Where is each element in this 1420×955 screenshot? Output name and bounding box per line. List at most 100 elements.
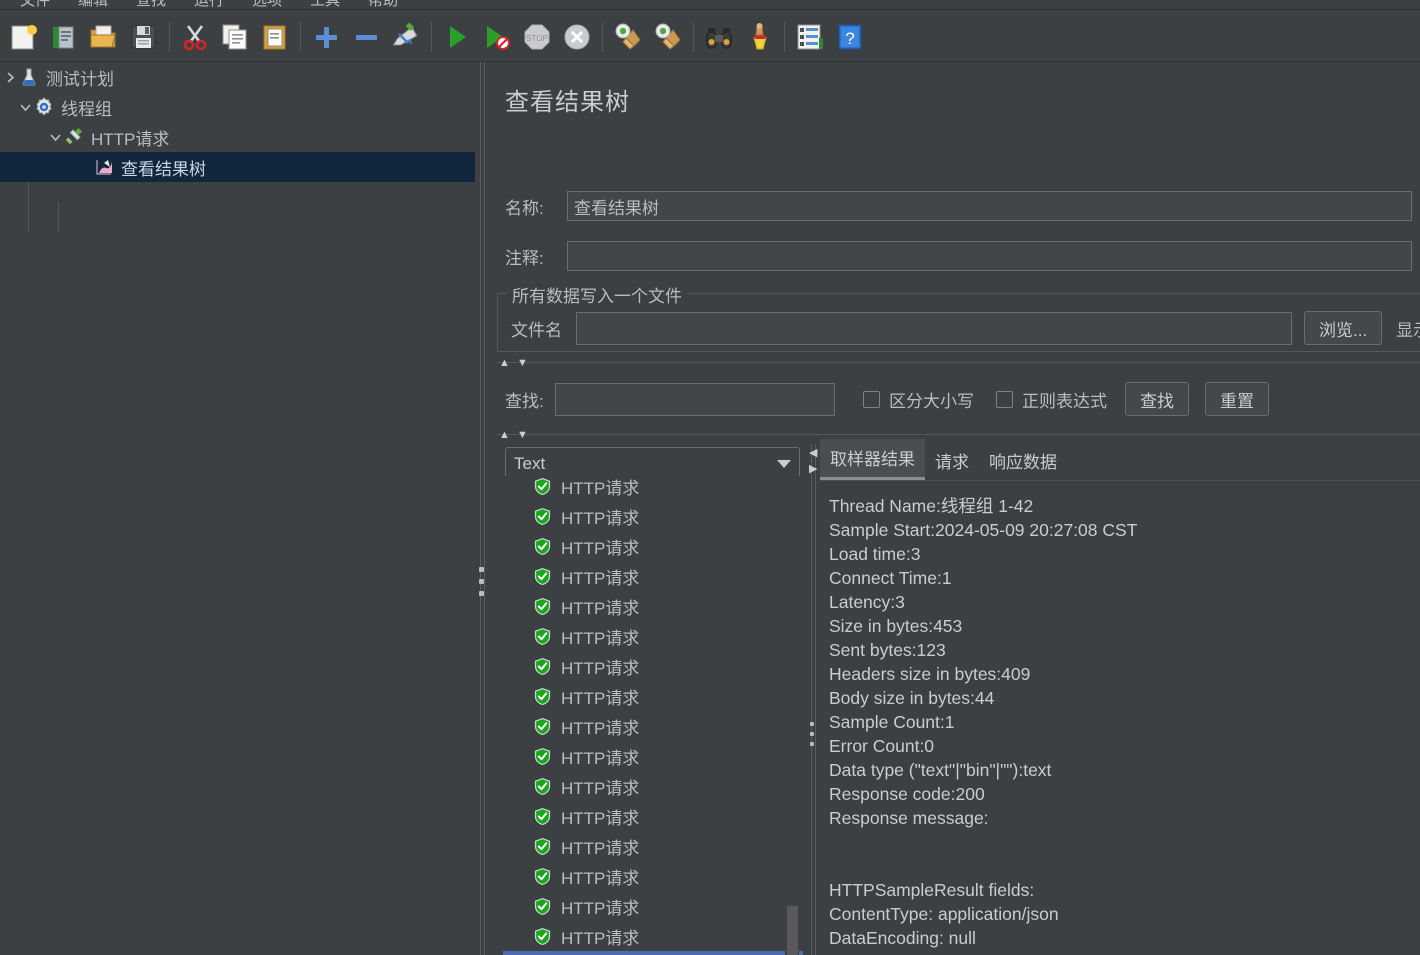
thread-group-icon [33,96,55,118]
regex-checkbox[interactable] [996,390,1013,408]
filename-input[interactable] [576,311,1292,345]
result-list-item[interactable]: HTTP请求 [503,951,803,955]
result-list-item[interactable]: HTTP请求 [503,921,803,951]
collapse-down-icon[interactable]: ▼ [517,356,528,370]
result-item-label: HTTP请求 [561,478,640,498]
clear-all-broom-icon [655,23,681,50]
start-button[interactable] [437,15,477,59]
tree-node-label: 测试计划 [46,69,114,89]
success-shield-icon [534,837,551,855]
splitter-grip[interactable] [810,722,814,752]
templates-button[interactable] [44,15,84,59]
result-list-item[interactable]: HTTP请求 [503,561,803,591]
function-helper-button[interactable] [790,15,830,59]
result-list-item[interactable]: HTTP请求 [503,771,803,801]
svg-text:?: ? [845,29,854,48]
find-button[interactable]: 查找 [1125,382,1189,416]
open-button[interactable] [84,15,124,59]
collapse-bar-bottom[interactable]: ▲ ▼ ●●● [497,427,1420,443]
name-label: 名称: [505,198,544,218]
result-list-item[interactable]: HTTP请求 [503,891,803,921]
toggle-button[interactable] [386,15,426,59]
tree-node-label: HTTP请求 [91,129,170,149]
name-input[interactable] [567,191,1412,221]
sampler-result-view[interactable]: Thread Name:线程组 1-42 Sample Start:2024-0… [820,486,1420,955]
results-detail-splitter[interactable]: ◀ ▶ [807,444,820,955]
tree-node-view-results-tree[interactable]: 查看结果树 [0,152,475,182]
collapse-up-icon[interactable]: ▲ [499,428,510,442]
menu-bar: 文件 编辑 查找 运行 选项 工具 帮助 [0,0,1420,10]
case-sensitive-checkbox[interactable] [863,390,880,408]
display-label[interactable]: 显示 [1396,316,1420,341]
regex-label[interactable]: 正则表达式 [1022,387,1107,412]
result-list-item[interactable]: HTTP请求 [503,591,803,621]
new-button[interactable] [4,15,44,59]
result-list-item[interactable]: HTTP请求 [503,621,803,651]
clear-button[interactable] [608,15,648,59]
result-list-item[interactable]: HTTP请求 [503,651,803,681]
save-button[interactable] [124,15,164,59]
results-scrollbar[interactable] [785,476,799,955]
chevron-down-icon[interactable] [47,129,63,145]
result-list-item[interactable]: HTTP请求 [503,801,803,831]
result-list-item[interactable]: HTTP请求 [503,711,803,741]
detail-tab-2[interactable]: 响应数据 [979,442,1067,480]
result-list-item[interactable]: HTTP请求 [503,476,803,501]
cut-button[interactable] [175,15,215,59]
clear-broom-icon [615,23,641,50]
collapse-down-icon[interactable]: ▼ [517,428,528,442]
chevron-down-icon[interactable] [17,99,33,115]
filename-label: 文件名 [511,320,562,340]
success-shield-icon [534,687,551,705]
search-button[interactable] [699,15,739,59]
collapse-left-icon[interactable]: ◀ [809,448,817,459]
case-sensitive-label[interactable]: 区分大小写 [889,387,974,412]
result-item-label: HTTP请求 [561,748,640,768]
stop-button[interactable]: STOP [517,15,557,59]
expand-all-button[interactable] [306,15,346,59]
collapse-up-icon[interactable]: ▲ [499,356,510,370]
test-plan-icon [18,66,40,88]
detail-tab-0[interactable]: 取样器结果 [820,439,925,480]
result-item-label: HTTP请求 [561,598,640,618]
search-input[interactable] [555,382,835,416]
detail-tab-1[interactable]: 请求 [925,442,979,480]
reset-search-button[interactable] [739,15,779,59]
clear-all-button[interactable] [648,15,688,59]
name-row: 名称: [505,191,1420,221]
copy-button[interactable] [215,15,255,59]
paste-button[interactable] [255,15,295,59]
shutdown-button[interactable] [557,15,597,59]
result-list-item[interactable]: HTTP请求 [503,501,803,531]
browse-button[interactable]: 浏览... [1304,311,1383,345]
tree-node-http-request[interactable]: HTTP请求 [0,122,475,152]
result-list-item[interactable]: HTTP请求 [503,741,803,771]
help-button[interactable]: ? [830,15,870,59]
chevron-down-icon[interactable] [777,459,791,468]
result-list-item[interactable]: HTTP请求 [503,681,803,711]
tree-node-test-plan[interactable]: 测试计划 [0,62,475,92]
start-no-pause-button[interactable] [477,15,517,59]
result-list-item[interactable]: HTTP请求 [503,861,803,891]
main-splitter[interactable] [475,62,489,955]
result-list-item[interactable]: HTTP请求 [503,531,803,561]
tree-node-thread-group[interactable]: 线程组 [0,92,475,122]
splitter-grip[interactable] [479,567,485,603]
reset-button[interactable]: 重置 [1205,382,1269,416]
comment-input[interactable] [567,241,1412,271]
templates-icon [53,26,74,48]
view-results-tree-panel: 查看结果树 名称: 注释: 所有数据写入一个文件 文件名 浏览... 显示 ▲ [489,62,1420,955]
result-item-label: HTTP请求 [561,568,640,588]
detail-tabs[interactable]: 取样器结果 请求 响应数据 [820,439,1067,480]
chevron-right-icon[interactable] [2,69,18,85]
collapse-bar-top[interactable]: ▲ ▼ ●●● [497,355,1420,371]
result-item-label: HTTP请求 [561,898,640,918]
result-item-label: HTTP请求 [561,838,640,858]
results-list[interactable]: HTTP请求 HTTP请求 HTTP请求 HTTP请求 HTTP请求 HTTP请求 HTTP… [503,476,803,955]
collapse-all-button[interactable] [346,15,386,59]
collapse-right-icon[interactable]: ▶ [809,464,817,475]
scrollbar-thumb[interactable] [787,906,798,955]
save-disk-icon [131,25,156,48]
success-shield-icon [534,537,551,555]
result-list-item[interactable]: HTTP请求 [503,831,803,861]
